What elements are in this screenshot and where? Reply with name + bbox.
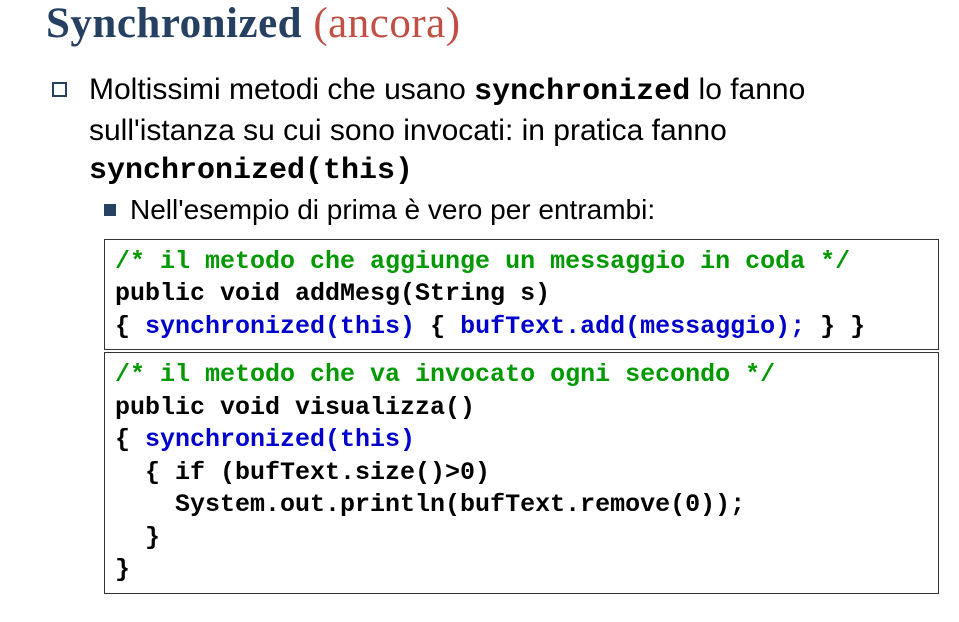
code1-l3a: {: [115, 312, 145, 341]
code2-line7: }: [115, 554, 928, 587]
bullet-marker-square-solid: [104, 204, 116, 216]
code1-comment: /* il metodo che aggiunge un messaggio i…: [115, 247, 850, 276]
title-main: Synchronized: [46, 0, 302, 47]
code1-l3b: synchronized(this): [145, 312, 415, 341]
bullet-1-keyword1: synchronized: [474, 75, 690, 109]
bullet-2-text: Nell'esempio di prima è vero per entramb…: [130, 192, 655, 228]
bullet-1-frag1: Moltissimi metodi che usano: [89, 73, 474, 106]
code-block-2: /* il metodo che va invocato ogni second…: [104, 352, 939, 594]
code1-line3: { synchronized(this) { bufText.add(messa…: [115, 311, 928, 344]
code-block-1: /* il metodo che aggiunge un messaggio i…: [104, 239, 939, 351]
code1-l3c: {: [415, 312, 460, 341]
code2-line2: public void visualizza(): [115, 392, 928, 425]
code2-line4: { if (bufText.size()>0): [115, 457, 928, 490]
code2-line6: }: [115, 522, 928, 555]
code2-l3a: {: [115, 425, 145, 454]
code2-line3: { synchronized(this): [115, 424, 928, 457]
bullet-level-1: Moltissimi metodi che usano synchronized…: [52, 71, 913, 190]
slide-container: Synchronized (ancora) Moltissimi metodi …: [0, 0, 959, 594]
title-accent: (ancora): [313, 0, 460, 47]
code2-comment: /* il metodo che va invocato ogni second…: [115, 360, 775, 389]
slide-title: Synchronized (ancora): [46, 0, 913, 65]
bullet-1-keyword2: synchronized(this): [89, 154, 413, 188]
bullet-marker-square-open: [52, 82, 67, 97]
code1-l3e: } }: [805, 312, 865, 341]
code1-l3d: bufText.add(messaggio);: [460, 312, 805, 341]
bullet-1-text: Moltissimi metodi che usano synchronized…: [89, 71, 913, 190]
bullet-level-2: Nell'esempio di prima è vero per entramb…: [104, 192, 913, 228]
code2-l3b: synchronized(this): [145, 425, 415, 454]
code2-line5: System.out.println(bufText.remove(0));: [115, 489, 928, 522]
code1-line2: public void addMesg(String s): [115, 278, 928, 311]
